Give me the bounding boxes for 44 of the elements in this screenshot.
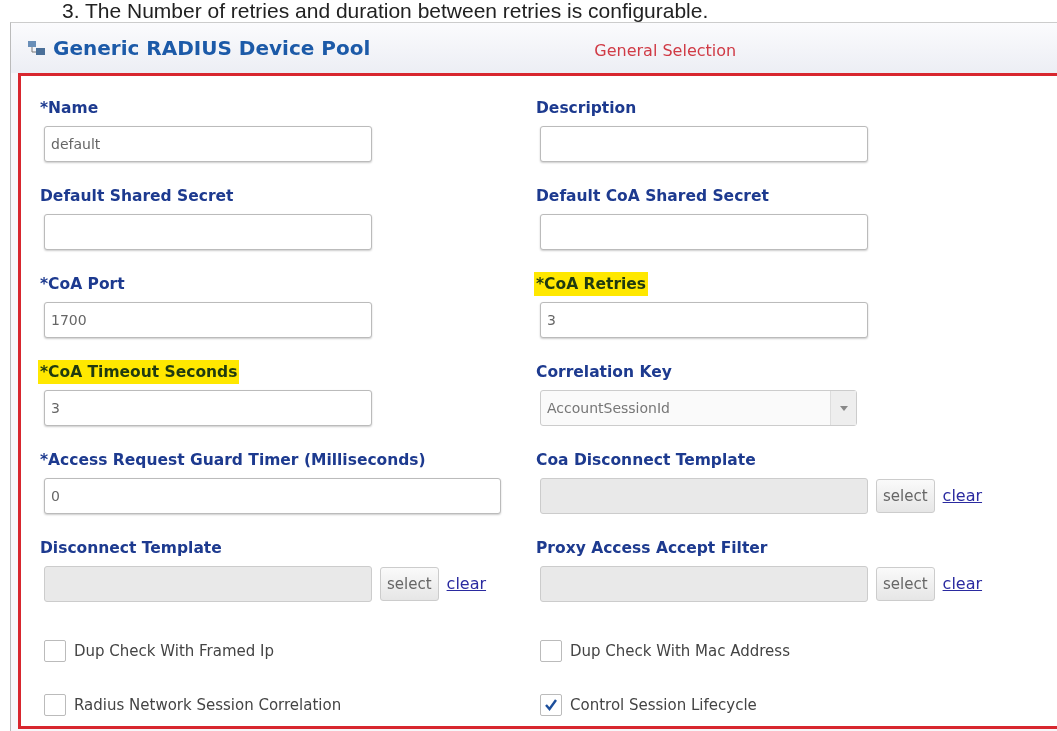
input-field[interactable]: 1700 <box>44 302 372 338</box>
clear-link[interactable]: clear <box>446 572 487 596</box>
select-button[interactable]: select <box>380 567 439 601</box>
checkbox[interactable] <box>540 640 562 662</box>
input-field[interactable]: 0 <box>44 478 501 514</box>
field-label: *Access Request Guard Timer (Milliseconds) <box>39 450 427 471</box>
clear-link[interactable]: clear <box>942 572 983 596</box>
panel-title: Generic RADIUS Device Pool <box>53 35 371 62</box>
field-label: *CoA Timeout Seconds <box>38 360 240 384</box>
field-label: Correlation Key <box>535 362 673 383</box>
input-field[interactable] <box>540 126 868 162</box>
input-field[interactable]: 3 <box>44 390 372 426</box>
select-button[interactable]: select <box>876 567 935 601</box>
field-label: *CoA Port <box>39 274 126 295</box>
check-icon <box>544 698 558 712</box>
field-label: Disconnect Template <box>39 538 223 559</box>
caption-text: 3. The Number of retries and duration between retries is configurable. <box>61 0 710 22</box>
checkbox[interactable] <box>44 640 66 662</box>
input-field[interactable]: default <box>44 126 372 162</box>
field-label: Default CoA Shared Secret <box>535 186 770 207</box>
select-button[interactable]: select <box>876 479 935 513</box>
checkbox[interactable] <box>540 694 562 716</box>
device-pool-icon <box>27 39 47 57</box>
field-label: *CoA Retries <box>534 272 649 296</box>
checkbox-label: Radius Network Session Correlation <box>74 694 342 716</box>
input-field[interactable] <box>44 214 372 250</box>
field-label: Default Shared Secret <box>39 186 235 207</box>
caret-icon <box>830 391 856 425</box>
section-title: General Selection <box>594 40 737 62</box>
field-label: Description <box>535 98 638 119</box>
checkbox-label: Control Session Lifecycle <box>570 694 757 716</box>
input-field[interactable]: 3 <box>540 302 868 338</box>
checkbox-label: Dup Check With Mac Address <box>570 640 790 662</box>
input-field[interactable] <box>540 214 868 250</box>
dropdown[interactable]: AccountSessionId <box>540 390 857 426</box>
checkbox-label: Dup Check With Framed Ip <box>74 640 275 662</box>
input-field[interactable] <box>540 478 868 514</box>
field-label: Proxy Access Accept Filter <box>535 538 769 559</box>
field-label: Coa Disconnect Template <box>535 450 757 471</box>
checkbox[interactable] <box>44 694 66 716</box>
input-field[interactable] <box>44 566 372 602</box>
field-label: *Name <box>39 98 100 119</box>
clear-link[interactable]: clear <box>942 484 983 508</box>
input-field[interactable] <box>540 566 868 602</box>
